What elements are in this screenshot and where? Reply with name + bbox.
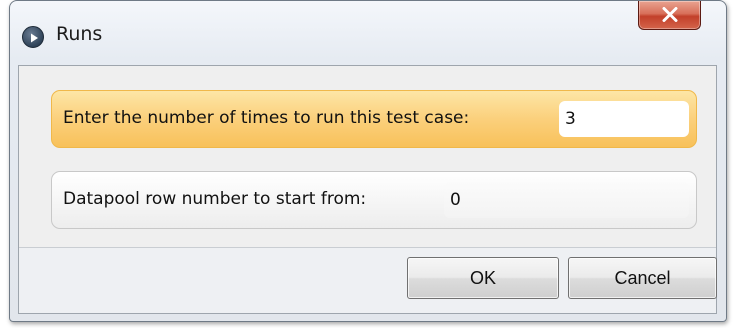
close-icon xyxy=(662,7,678,22)
iterations-label: Enter the number of times to run this te… xyxy=(63,108,470,128)
title-bar[interactable]: Runs xyxy=(10,1,726,65)
dialog-body: Enter the number of times to run this te… xyxy=(18,65,717,314)
ok-button[interactable]: OK xyxy=(407,257,559,299)
button-bar: OK Cancel xyxy=(19,247,717,313)
datapool-row-field-group: Datapool row number to start from: xyxy=(51,171,697,229)
runs-dialog: Runs Enter the number of times to run th… xyxy=(9,0,727,322)
play-circle-icon xyxy=(22,26,44,48)
iterations-field-group: Enter the number of times to run this te… xyxy=(51,90,697,148)
window-title: Runs xyxy=(56,23,103,45)
datapool-row-label: Datapool row number to start from: xyxy=(63,189,367,209)
datapool-row-input[interactable] xyxy=(444,182,689,218)
close-button[interactable] xyxy=(638,1,701,30)
cancel-button[interactable]: Cancel xyxy=(568,257,717,299)
iterations-input[interactable] xyxy=(559,101,689,137)
